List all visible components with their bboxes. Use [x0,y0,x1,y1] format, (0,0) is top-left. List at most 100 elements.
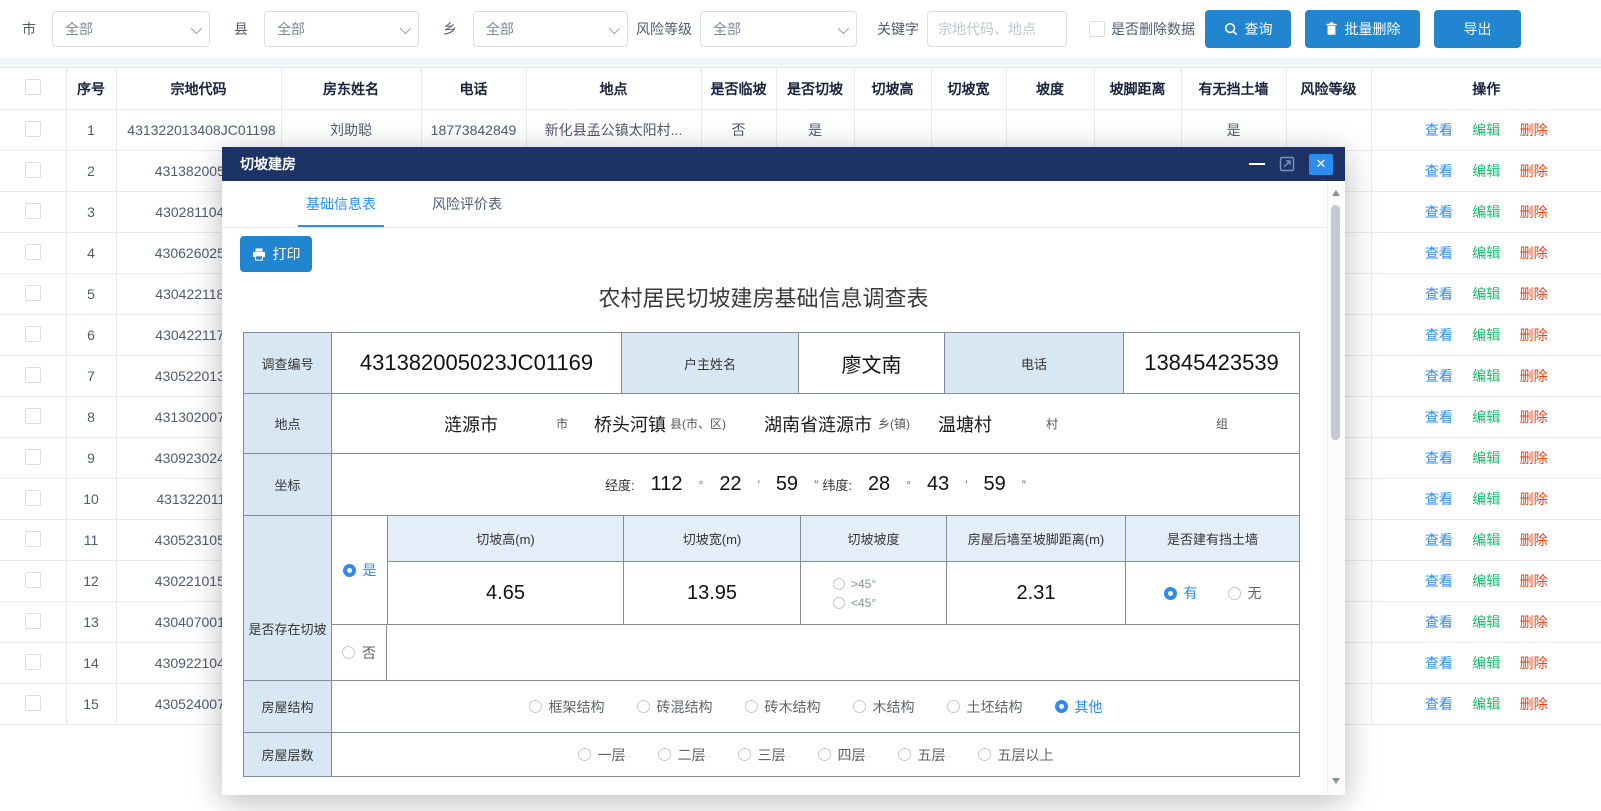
view-link[interactable]: 查看 [1425,612,1453,632]
structure-option-radio[interactable]: 砖混结构 [637,697,713,717]
select-all-checkbox[interactable] [25,79,41,95]
delete-link[interactable]: 删除 [1520,530,1548,550]
modal-scrollbar[interactable] [1327,181,1343,793]
edit-link[interactable]: 编辑 [1472,407,1500,427]
query-button[interactable]: 查询 [1205,10,1291,48]
row-checkbox[interactable] [25,326,41,342]
delete-link[interactable]: 删除 [1520,612,1548,632]
export-button[interactable]: 导出 [1434,10,1521,48]
county-select[interactable]: 全部 [264,11,419,47]
view-link[interactable]: 查看 [1425,530,1453,550]
row-checkbox[interactable] [25,162,41,178]
delete-link[interactable]: 删除 [1520,284,1548,304]
edit-link[interactable]: 编辑 [1472,653,1500,673]
floor-option-radio[interactable]: 五层 [898,745,946,765]
view-link[interactable]: 查看 [1425,243,1453,263]
row-checkbox[interactable] [25,285,41,301]
scroll-down-arrow[interactable] [1332,778,1340,784]
cut-no-radio[interactable]: 否 [342,643,376,663]
row-checkbox[interactable] [25,244,41,260]
risk-select[interactable]: 全部 [700,11,857,47]
structure-option-radio[interactable]: 其他 [1055,697,1103,717]
view-link[interactable]: 查看 [1425,489,1453,509]
delete-link[interactable]: 删除 [1520,161,1548,181]
edit-link[interactable]: 编辑 [1472,448,1500,468]
minimize-button[interactable] [1249,163,1265,165]
delete-link[interactable]: 删除 [1520,120,1548,140]
delete-link[interactable]: 删除 [1520,694,1548,714]
row-checkbox[interactable] [25,490,41,506]
view-link[interactable]: 查看 [1425,653,1453,673]
structure-option-radio[interactable]: 木结构 [853,697,915,717]
structure-option-radio[interactable]: 框架结构 [529,697,605,717]
slope-gt45-radio[interactable]: >45° [833,577,876,591]
tab-basic-info[interactable]: 基础信息表 [290,181,392,227]
delete-link[interactable]: 删除 [1520,407,1548,427]
maximize-icon[interactable] [1279,156,1295,172]
delete-link[interactable]: 删除 [1520,571,1548,591]
cell: 5 [66,274,116,315]
delete-link[interactable]: 删除 [1520,202,1548,222]
view-link[interactable]: 查看 [1425,284,1453,304]
edit-link[interactable]: 编辑 [1472,284,1500,304]
view-link[interactable]: 查看 [1425,571,1453,591]
cut-yes-radio[interactable]: 是 [343,560,377,580]
edit-link[interactable]: 编辑 [1472,161,1500,181]
delete-link[interactable]: 删除 [1520,243,1548,263]
row-checkbox[interactable] [25,449,41,465]
delete-link[interactable]: 删除 [1520,448,1548,468]
view-link[interactable]: 查看 [1425,202,1453,222]
edit-link[interactable]: 编辑 [1472,366,1500,386]
modal-titlebar[interactable]: 切坡建房 ✕ [222,147,1345,181]
print-button[interactable]: 打印 [240,236,312,272]
edit-link[interactable]: 编辑 [1472,694,1500,714]
view-link[interactable]: 查看 [1425,448,1453,468]
scroll-up-arrow[interactable] [1332,190,1340,196]
delete-link[interactable]: 删除 [1520,489,1548,509]
structure-option-radio[interactable]: 土坯结构 [947,697,1023,717]
row-checkbox[interactable] [25,572,41,588]
delete-link[interactable]: 删除 [1520,366,1548,386]
tab-risk-evaluation[interactable]: 风险评价表 [416,181,518,227]
edit-link[interactable]: 编辑 [1472,202,1500,222]
floor-option-radio[interactable]: 三层 [738,745,786,765]
view-link[interactable]: 查看 [1425,694,1453,714]
wall-no-radio[interactable]: 无 [1228,583,1262,603]
edit-link[interactable]: 编辑 [1472,530,1500,550]
row-checkbox[interactable] [25,613,41,629]
floor-option-radio[interactable]: 五层以上 [978,745,1054,765]
view-link[interactable]: 查看 [1425,325,1453,345]
township-select[interactable]: 全部 [473,11,628,47]
close-icon[interactable]: ✕ [1309,154,1333,175]
floor-option-radio[interactable]: 二层 [658,745,706,765]
edit-link[interactable]: 编辑 [1472,325,1500,345]
structure-option-radio[interactable]: 砖木结构 [745,697,821,717]
edit-link[interactable]: 编辑 [1472,612,1500,632]
edit-link[interactable]: 编辑 [1472,571,1500,591]
edit-link[interactable]: 编辑 [1472,489,1500,509]
wall-yes-radio[interactable]: 有 [1164,583,1198,603]
view-link[interactable]: 查看 [1425,407,1453,427]
edit-link[interactable]: 编辑 [1472,243,1500,263]
view-link[interactable]: 查看 [1425,120,1453,140]
floor-option-radio[interactable]: 一层 [578,745,626,765]
row-checkbox[interactable] [25,203,41,219]
scrollbar-thumb[interactable] [1331,205,1340,440]
row-checkbox[interactable] [25,654,41,670]
edit-link[interactable]: 编辑 [1472,120,1500,140]
row-checkbox[interactable] [25,695,41,711]
row-checkbox[interactable] [25,367,41,383]
slope-lt45-radio[interactable]: <45° [833,596,876,610]
keyword-input[interactable] [927,11,1067,47]
batch-delete-button[interactable]: 批量删除 [1305,10,1420,48]
view-link[interactable]: 查看 [1425,161,1453,181]
show-deleted-checkbox[interactable] [1089,21,1105,37]
row-checkbox[interactable] [25,121,41,137]
view-link[interactable]: 查看 [1425,366,1453,386]
floor-option-radio[interactable]: 四层 [818,745,866,765]
delete-link[interactable]: 删除 [1520,325,1548,345]
row-checkbox[interactable] [25,408,41,424]
delete-link[interactable]: 删除 [1520,653,1548,673]
city-select[interactable]: 全部 [52,11,210,47]
row-checkbox[interactable] [25,531,41,547]
